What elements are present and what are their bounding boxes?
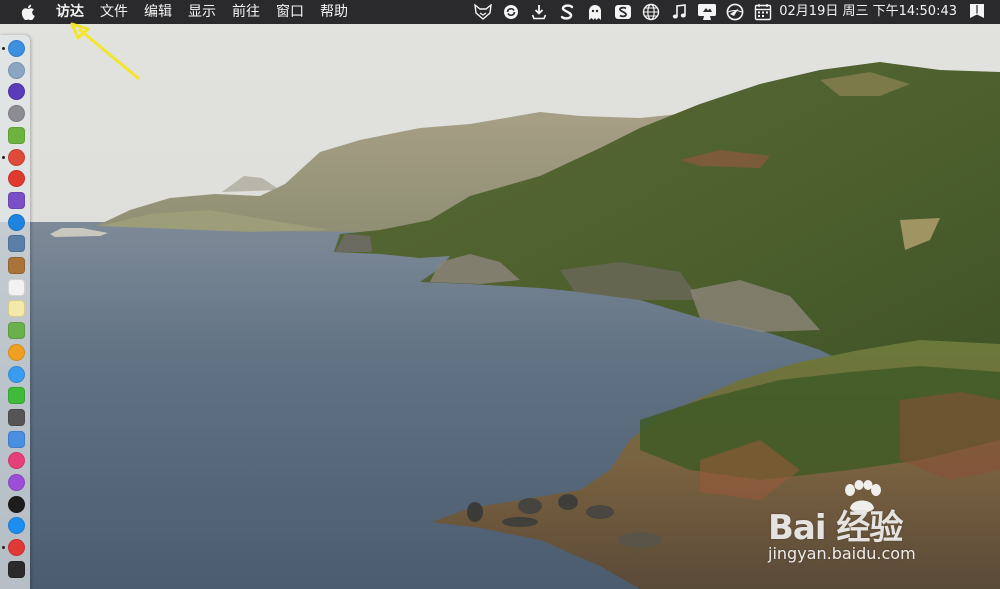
running-indicator <box>2 156 5 159</box>
calendar-app-icon[interactable] <box>8 279 25 296</box>
calendar-icon[interactable] <box>752 0 774 24</box>
status-area: 02月19日 周三 下午14:50:43 <box>469 0 1000 24</box>
photos-icon[interactable] <box>8 344 25 361</box>
finder-icon[interactable] <box>8 40 25 57</box>
app-store-icon[interactable] <box>8 517 25 534</box>
facetime-icon[interactable] <box>8 409 25 426</box>
refresh-icon[interactable] <box>500 0 522 24</box>
desktop: 访达 文件 编辑 显示 前往 窗口 帮助 02月19日 周三 下午14:50:4… <box>0 0 1000 589</box>
android-icon[interactable] <box>8 127 25 144</box>
dock <box>0 35 30 589</box>
terminal-icon[interactable] <box>8 561 25 578</box>
compass-icon[interactable] <box>724 0 746 24</box>
notes-icon[interactable] <box>8 300 25 317</box>
app-red-icon[interactable] <box>8 170 25 187</box>
music-note-icon[interactable] <box>668 0 690 24</box>
running-indicator <box>2 47 5 50</box>
vivaldi-icon[interactable] <box>8 539 25 556</box>
display-icon[interactable] <box>696 0 718 24</box>
apple-menu-icon[interactable] <box>20 0 36 24</box>
safari-icon[interactable] <box>8 214 25 231</box>
notification-center-icon[interactable] <box>966 0 988 24</box>
podcasts-icon[interactable] <box>8 474 25 491</box>
rocket-icon[interactable] <box>8 105 25 122</box>
download-icon[interactable] <box>528 0 550 24</box>
qq-ghost-icon[interactable] <box>584 0 606 24</box>
tv-icon[interactable] <box>8 496 25 513</box>
sogou-icon[interactable] <box>612 0 634 24</box>
wechat-icon[interactable] <box>8 387 25 404</box>
preview-icon[interactable] <box>8 235 25 252</box>
annotation-arrow <box>70 22 140 80</box>
globe-icon[interactable] <box>640 0 662 24</box>
running-indicator <box>2 546 5 549</box>
messages-bubble-icon[interactable] <box>8 366 25 383</box>
chrome-icon[interactable] <box>8 149 25 166</box>
menu-bar: 访达 文件 编辑 显示 前往 窗口 帮助 02月19日 周三 下午14:50:4… <box>0 0 1000 24</box>
watermark-url: jingyan.baidu.com <box>768 544 916 563</box>
menu-view[interactable]: 显示 <box>180 0 224 24</box>
preview-stand-icon[interactable] <box>8 431 25 448</box>
menu-go[interactable]: 前往 <box>224 0 268 24</box>
siri-icon[interactable] <box>8 83 25 100</box>
menu-bar-clock[interactable]: 02月19日 周三 下午14:50:43 <box>779 0 957 24</box>
notebook-icon[interactable] <box>8 257 25 274</box>
maps-icon[interactable] <box>8 322 25 339</box>
watermark-brand: Bai 经验 <box>768 508 903 548</box>
app-purple-icon[interactable] <box>8 192 25 209</box>
s-app-icon[interactable] <box>556 0 578 24</box>
itunes-icon[interactable] <box>8 452 25 469</box>
launchpad-icon[interactable] <box>8 62 25 79</box>
fox-icon[interactable] <box>472 0 494 24</box>
baidu-watermark: Bai 经验 jingyan.baidu.com <box>766 480 986 570</box>
menu-window[interactable]: 窗口 <box>268 0 312 24</box>
menu-help[interactable]: 帮助 <box>312 0 356 24</box>
